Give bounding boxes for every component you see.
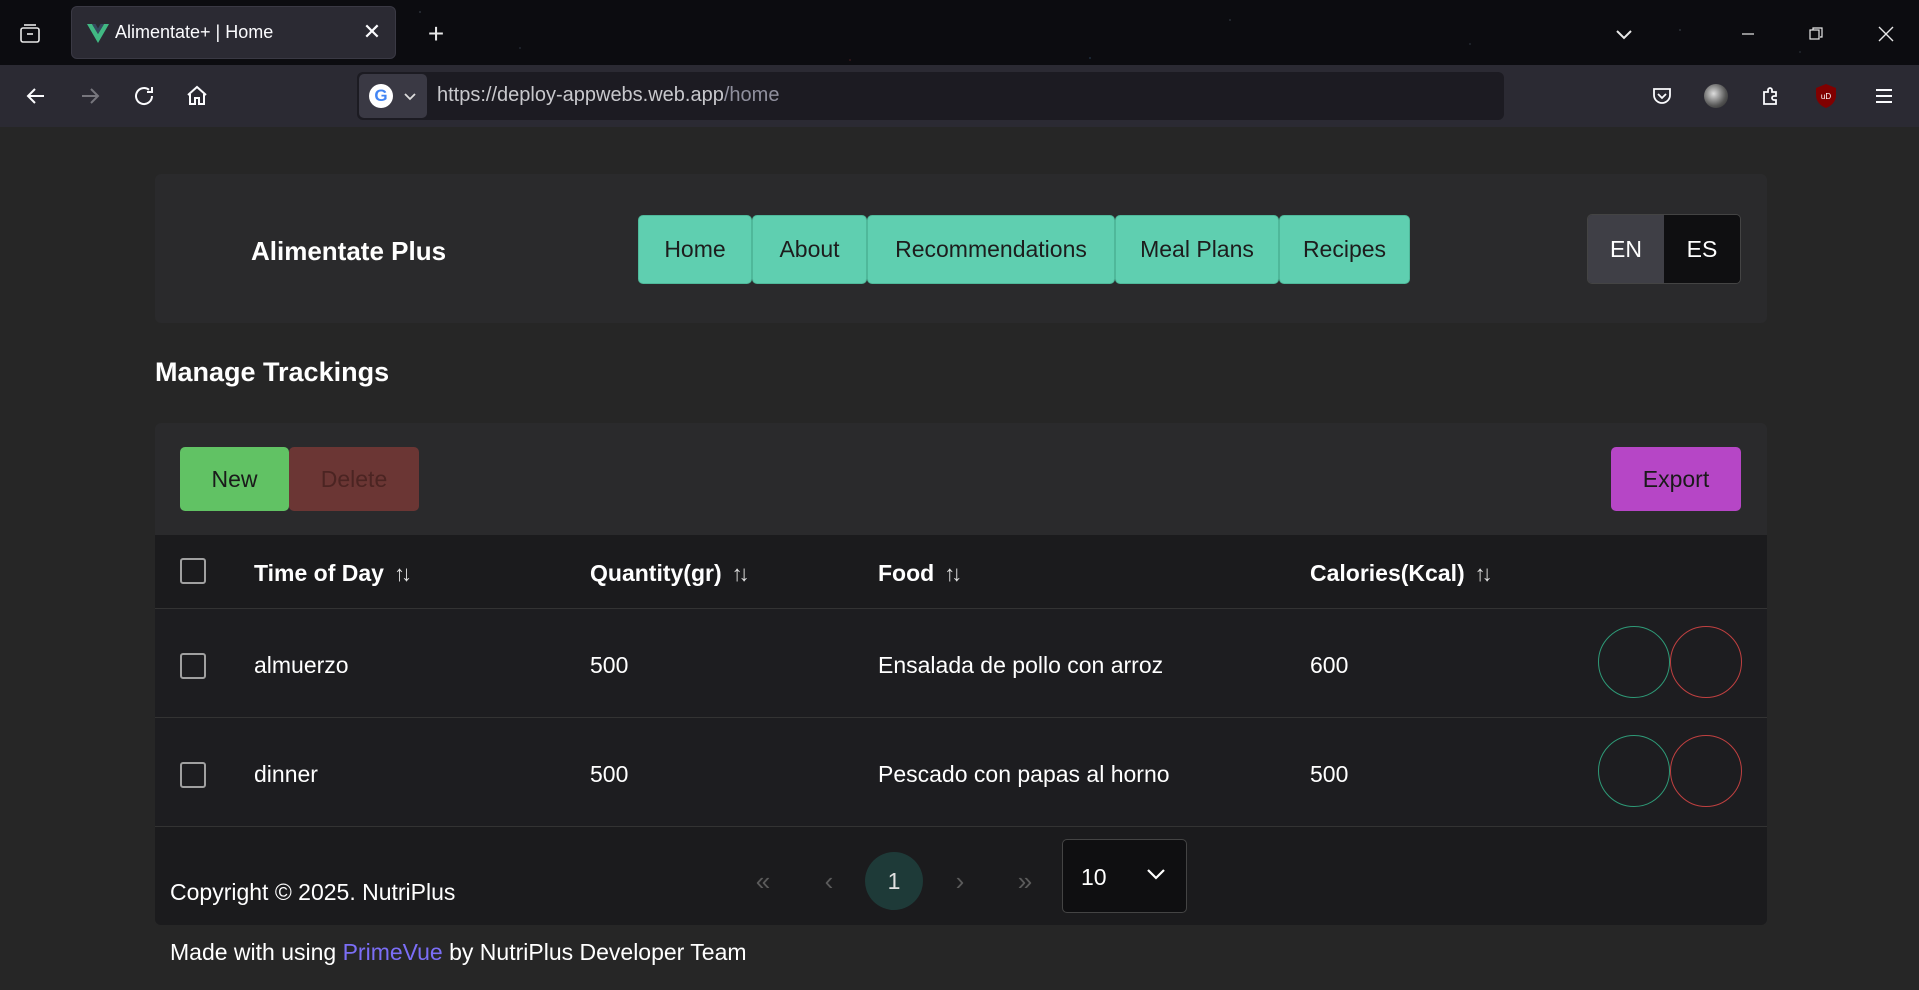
column-header-quantity[interactable]: Quantity(gr) ↑↓ bbox=[590, 560, 750, 587]
delete-row-button[interactable] bbox=[1670, 626, 1742, 698]
url-text[interactable]: https://deploy-appwebs.web.app/home bbox=[437, 84, 779, 107]
rows-per-page-value: 10 bbox=[1081, 864, 1107, 890]
page-button-current[interactable]: 1 bbox=[865, 852, 923, 910]
column-header-label: Calories(Kcal) bbox=[1310, 560, 1465, 586]
table-row: dinner 500 Pescado con papas al horno 50… bbox=[155, 718, 1767, 827]
column-header-calories[interactable]: Calories(Kcal) ↑↓ bbox=[1310, 560, 1493, 587]
restore-icon[interactable] bbox=[1800, 18, 1832, 50]
window-close-icon[interactable] bbox=[1870, 18, 1902, 50]
menu-meal-plans-button[interactable]: Meal Plans bbox=[1115, 215, 1279, 284]
url-host: https://deploy-appwebs.web.app bbox=[437, 84, 724, 106]
chevron-down-icon[interactable] bbox=[1608, 18, 1640, 50]
browser-tab[interactable]: Alimentate+ | Home ✕ bbox=[71, 6, 396, 59]
select-all-checkbox[interactable] bbox=[180, 558, 206, 584]
address-bar[interactable]: G https://deploy-appwebs.web.app/home bbox=[357, 72, 1504, 120]
sort-icon[interactable]: ↑↓ bbox=[1475, 561, 1493, 587]
first-page-icon[interactable]: « bbox=[734, 852, 792, 910]
cell-quantity: 500 bbox=[590, 761, 629, 787]
made-with-prefix: Made with using bbox=[170, 939, 343, 965]
new-button[interactable]: New bbox=[180, 447, 289, 511]
sort-icon[interactable]: ↑↓ bbox=[394, 561, 412, 587]
account-avatar-icon[interactable] bbox=[1700, 80, 1732, 112]
primevue-link[interactable]: PrimeVue bbox=[343, 939, 443, 965]
browser-nav-bar: G https://deploy-appwebs.web.app/home uD bbox=[0, 65, 1919, 127]
main-menu: Home About Recommendations Meal Plans Re… bbox=[638, 215, 1410, 284]
search-engine-button[interactable]: G bbox=[359, 74, 427, 118]
minimize-icon[interactable] bbox=[1732, 18, 1764, 50]
edit-row-button[interactable] bbox=[1598, 626, 1670, 698]
delete-row-button[interactable] bbox=[1670, 735, 1742, 807]
new-tab-icon[interactable]: + bbox=[420, 18, 452, 50]
cell-time: almuerzo bbox=[254, 652, 349, 678]
sort-icon[interactable]: ↑↓ bbox=[944, 561, 962, 587]
pocket-icon[interactable] bbox=[1646, 80, 1678, 112]
delete-button[interactable]: Delete bbox=[289, 447, 419, 511]
language-switcher: EN ES bbox=[1587, 214, 1741, 284]
column-header-food[interactable]: Food ↑↓ bbox=[878, 560, 962, 587]
copyright-text: Copyright © 2025. NutriPlus bbox=[170, 879, 456, 905]
page-title: Manage Trackings bbox=[155, 357, 390, 387]
trackings-table: Time of Day ↑↓ Quantity(gr) ↑↓ Food ↑↓ Calo… bbox=[155, 535, 1767, 827]
column-header-label: Quantity(gr) bbox=[590, 560, 722, 586]
cell-food: Pescado con papas al horno bbox=[878, 761, 1170, 787]
app-header: Alimentate Plus Home About Recommendatio… bbox=[155, 174, 1767, 323]
extensions-icon[interactable] bbox=[1755, 80, 1787, 112]
forward-icon[interactable] bbox=[74, 80, 106, 112]
menu-recipes-button[interactable]: Recipes bbox=[1279, 215, 1410, 284]
menu-recommendations-button[interactable]: Recommendations bbox=[867, 215, 1115, 284]
vue-logo-icon bbox=[87, 24, 109, 43]
home-icon[interactable] bbox=[181, 80, 213, 112]
language-es-button[interactable]: ES bbox=[1664, 215, 1740, 283]
cell-calories: 500 bbox=[1310, 761, 1349, 787]
close-icon[interactable]: ✕ bbox=[359, 19, 385, 45]
table-header-row: Time of Day ↑↓ Quantity(gr) ↑↓ Food ↑↓ Calo… bbox=[155, 535, 1767, 609]
previous-page-icon[interactable]: ‹ bbox=[800, 852, 858, 910]
tab-title: Alimentate+ | Home bbox=[115, 22, 274, 42]
column-header-time[interactable]: Time of Day ↑↓ bbox=[254, 560, 412, 587]
ublock-shield-icon[interactable]: uD bbox=[1810, 80, 1842, 112]
next-page-icon[interactable]: › bbox=[931, 852, 989, 910]
sort-icon[interactable]: ↑↓ bbox=[732, 561, 750, 587]
column-header-label: Time of Day bbox=[254, 560, 384, 586]
brand-title: Alimentate Plus bbox=[251, 236, 447, 266]
tab-overview-icon[interactable] bbox=[14, 18, 46, 50]
url-path: /home bbox=[723, 84, 780, 106]
paginator: Copyright © 2025. NutriPlus « ‹ 1 › » 10 bbox=[155, 827, 1767, 925]
browser-tab-bar: Alimentate+ | Home ✕ + bbox=[0, 0, 1919, 65]
google-icon: G bbox=[369, 84, 393, 108]
cell-time: dinner bbox=[254, 761, 318, 787]
rows-per-page-select[interactable]: 10 bbox=[1062, 839, 1187, 913]
table-toolbar: New Delete Export bbox=[155, 423, 1767, 535]
made-with-note: Made with using PrimeVue by NutriPlus De… bbox=[170, 939, 747, 966]
menu-home-button[interactable]: Home bbox=[638, 215, 752, 284]
cell-food: Ensalada de pollo con arroz bbox=[878, 652, 1164, 678]
svg-text:uD: uD bbox=[1821, 92, 1831, 101]
chevron-down-icon bbox=[404, 93, 416, 101]
language-en-button[interactable]: EN bbox=[1588, 215, 1664, 283]
menu-about-button[interactable]: About bbox=[752, 215, 867, 284]
reload-icon[interactable] bbox=[128, 80, 160, 112]
last-page-icon[interactable]: » bbox=[996, 852, 1054, 910]
column-header-label: Food bbox=[878, 560, 935, 586]
edit-row-button[interactable] bbox=[1598, 735, 1670, 807]
cell-quantity: 500 bbox=[590, 652, 629, 678]
chevron-down-icon bbox=[1147, 869, 1165, 880]
back-icon[interactable] bbox=[20, 80, 52, 112]
cell-calories: 600 bbox=[1310, 652, 1349, 678]
export-button[interactable]: Export bbox=[1611, 447, 1741, 511]
made-with-suffix: by NutriPlus Developer Team bbox=[442, 939, 747, 965]
menu-hamburger-icon[interactable] bbox=[1868, 80, 1900, 112]
row-checkbox[interactable] bbox=[180, 762, 206, 788]
table-row: almuerzo 500 Ensalada de pollo con arroz… bbox=[155, 609, 1767, 718]
row-checkbox[interactable] bbox=[180, 653, 206, 679]
